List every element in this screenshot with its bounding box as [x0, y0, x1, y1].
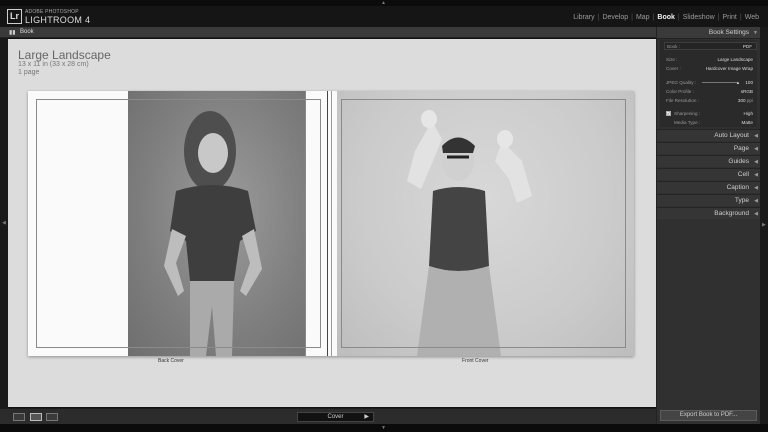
panel-guides[interactable]: Guides ◀	[657, 155, 761, 167]
single-page-view-button[interactable]	[46, 413, 58, 421]
spread-view-button[interactable]	[30, 413, 42, 421]
module-map[interactable]: Map	[633, 14, 653, 21]
cover-type-dropdown[interactable]: Cover : Hardcover Image Wrap	[664, 65, 757, 73]
color-profile-value: sRGB	[740, 89, 753, 94]
media-type-dropdown[interactable]: Media Type : Matte	[664, 119, 757, 127]
module-book[interactable]: Book	[654, 14, 678, 21]
book-size-dropdown[interactable]: Size : Large Landscape	[664, 56, 757, 64]
file-resolution-value: 300 ppi	[738, 98, 753, 103]
module-print[interactable]: Print	[719, 14, 739, 21]
spine-fold-line	[327, 91, 328, 356]
sharpening-label: Sharpening :	[674, 111, 701, 116]
book-settings-panel: Book : PDF Size : Large Landscape Cover …	[660, 40, 757, 127]
book-view-header: ▮▮ Book	[0, 27, 656, 38]
multi-page-view-button[interactable]	[13, 413, 25, 421]
page-count: 1 page	[18, 69, 40, 76]
cover-type-label: Cover :	[666, 66, 681, 71]
book-format-label: Book :	[667, 44, 681, 49]
jpeg-quality-value[interactable]: 100	[745, 80, 753, 85]
panel-caption[interactable]: Caption ◀	[657, 181, 761, 193]
back-cover-caption: Back Cover	[158, 358, 184, 364]
right-panel-toggle[interactable]: ▶	[760, 27, 768, 424]
file-resolution-unit: ppi	[746, 98, 753, 103]
book-dimensions: 13 x 11 in (33 x 28 cm)	[18, 61, 89, 68]
panel-page[interactable]: Page ◀	[657, 142, 761, 154]
sharpening-value: High	[743, 111, 753, 116]
file-resolution-number[interactable]: 300	[738, 98, 746, 103]
disclosure-left-icon: ◀	[754, 172, 758, 178]
module-web[interactable]: Web	[742, 14, 762, 21]
collapse-left-icon: ◀	[2, 220, 6, 226]
slider-knob-icon[interactable]: ▲	[736, 80, 740, 85]
identity-plate: Lr ADOBE PHOTOSHOP LIGHTROOM 4 Library | …	[0, 6, 768, 27]
disclosure-left-icon: ◀	[754, 185, 758, 191]
module-slideshow[interactable]: Slideshow	[680, 14, 718, 21]
disclosure-down-icon: ▼	[753, 30, 758, 36]
page-navigator-label: Cover	[327, 414, 344, 420]
smiling-girl-image	[164, 111, 262, 356]
spine-fold-line	[331, 91, 332, 356]
sharpening-dropdown[interactable]: ✓ Sharpening : High	[664, 110, 757, 118]
file-resolution-label: File Resolution :	[666, 98, 699, 103]
book-format-value: PDF	[742, 44, 752, 49]
panel-cell-title: Cell	[737, 171, 749, 178]
slider-track[interactable]	[702, 82, 738, 83]
book-settings-header[interactable]: Book Settings ▼	[657, 27, 761, 39]
disclosure-left-icon: ◀	[754, 133, 758, 139]
book-size-label: Size :	[666, 57, 678, 62]
cover-spread[interactable]	[28, 91, 634, 356]
filmstrip-toggle[interactable]: ▼	[0, 424, 768, 432]
spine[interactable]	[305, 91, 337, 356]
panel-cell[interactable]: Cell ◀	[657, 168, 761, 180]
panel-auto-layout[interactable]: Auto Layout ◀	[657, 129, 761, 141]
chevron-right-icon[interactable]: ▶	[364, 413, 369, 421]
panel-page-title: Page	[733, 145, 749, 152]
color-profile-dropdown[interactable]: Color Profile : sRGB	[664, 88, 757, 96]
collapse-down-icon: ▼	[381, 425, 386, 431]
module-library[interactable]: Library	[570, 14, 597, 21]
page-navigator[interactable]: Cover ▶	[297, 412, 374, 422]
sharpening-checkbox[interactable]: ✓	[666, 111, 671, 116]
toolbar: Cover ▶	[0, 408, 656, 424]
panel-guides-title: Guides	[728, 158, 749, 165]
panel-caption-title: Caption	[726, 184, 749, 191]
module-picker: Library | Develop | Map | Book | Slideshow | …	[570, 14, 762, 21]
front-cover-photo[interactable]	[337, 91, 634, 356]
book-icon: ▮▮	[9, 30, 16, 36]
disclosure-left-icon: ◀	[754, 198, 758, 204]
disclosure-left-icon: ◀	[754, 159, 758, 165]
back-cover-photo[interactable]	[128, 91, 305, 356]
jpeg-quality-label: JPEG Quality :	[666, 80, 697, 85]
panel-background[interactable]: Background ◀	[657, 207, 761, 219]
book-canvas: Large Landscape 13 x 11 in (33 x 28 cm) …	[8, 39, 656, 407]
panel-auto-layout-title: Auto Layout	[714, 132, 749, 139]
left-panel-toggle[interactable]: ◀	[0, 38, 8, 408]
cover-type-value: Hardcover Image Wrap	[705, 66, 753, 71]
back-cover-blank	[28, 91, 128, 356]
front-cover-caption: Front Cover	[462, 358, 489, 364]
lightroom-logo: Lr	[7, 9, 22, 24]
book-size-title: Large Landscape	[18, 48, 111, 62]
file-resolution-field[interactable]: File Resolution : 300 ppi	[664, 97, 757, 105]
dancing-man-image	[407, 110, 532, 356]
panel-type[interactable]: Type ◀	[657, 194, 761, 206]
media-type-value: Matte	[741, 120, 754, 125]
disclosure-left-icon: ◀	[754, 211, 758, 217]
export-book-button[interactable]: Export Book to PDF...	[660, 410, 757, 421]
book-size-value: Large Landscape	[717, 57, 753, 62]
jpeg-quality-slider[interactable]: JPEG Quality : ▲ 100	[664, 79, 757, 87]
book-format-dropdown[interactable]: Book : PDF	[664, 42, 757, 50]
brand-title: LIGHTROOM 4	[25, 15, 91, 25]
book-settings-title: Book Settings	[708, 29, 749, 36]
color-profile-label: Color Profile :	[666, 89, 694, 94]
disclosure-left-icon: ◀	[754, 146, 758, 152]
right-panel: Book Settings ▼ Book : PDF Size : Large …	[656, 27, 761, 424]
book-view-label: Book	[20, 29, 34, 35]
media-type-label: Media Type :	[674, 120, 701, 125]
collapse-right-icon: ▶	[762, 222, 766, 228]
panel-background-title: Background	[714, 210, 749, 217]
panel-type-title: Type	[734, 197, 749, 204]
module-develop[interactable]: Develop	[599, 14, 631, 21]
